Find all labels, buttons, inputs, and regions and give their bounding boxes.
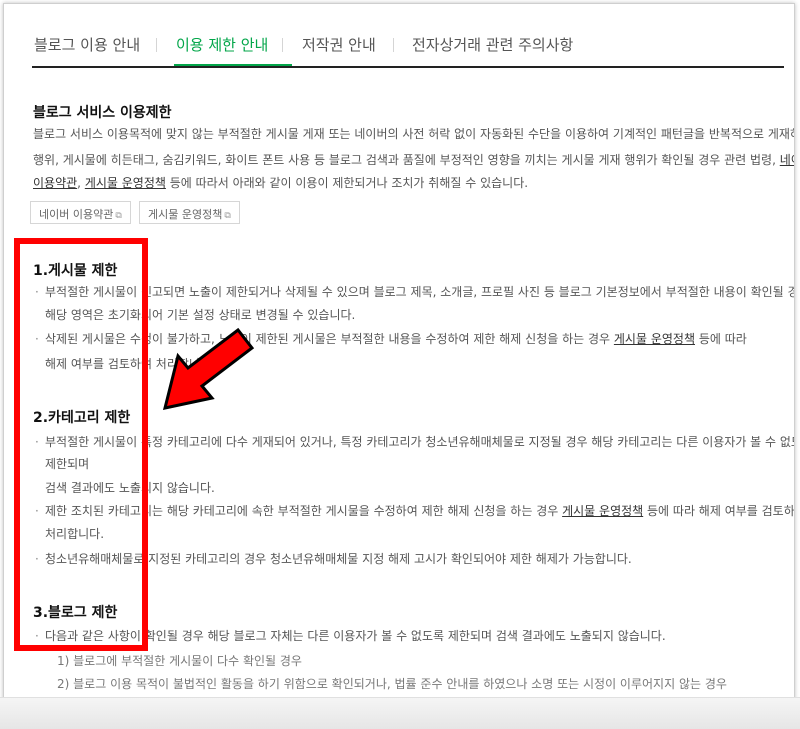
s2-text: 등에 따라 해제 여부를 검토하여 (643, 504, 795, 518)
tab-ecommerce-notice[interactable]: 전자상거래 관련 주의사항 (412, 34, 573, 55)
s3-sub-item-1: 1) 블로그에 부적절한 게시물이 다수 확인될 경우 (57, 654, 302, 668)
s3-sub-item-2: 2) 블로그 이용 목적이 불법적인 활동을 하기 위함으로 확인되거나, 법률… (57, 677, 727, 691)
naver-terms-button[interactable]: 네이버 이용약관 ⧉ (30, 201, 131, 224)
s1-text: 등에 따라 (695, 332, 747, 346)
intro-text: 행위, 게시물에 히든태그, 숨김키워드, 화이트 폰트 사용 등 블로그 검색… (33, 153, 776, 167)
external-link-icon: ⧉ (224, 211, 231, 221)
tab-bar: 블로그 이용 안내 이용 제한 안내 저작권 안내 전자상거래 관련 주의사항 (32, 24, 784, 68)
external-link-icon: ⧉ (115, 211, 122, 221)
page-title: 블로그 서비스 이용제한 (33, 105, 172, 121)
policy-link[interactable]: 게시물 운영정책 (562, 504, 643, 518)
tab-blog-usage[interactable]: 블로그 이용 안내 (34, 34, 140, 55)
tab-divider (156, 38, 157, 52)
tab-usage-restriction[interactable]: 이용 제한 안내 (176, 34, 268, 55)
post-policy-button[interactable]: 게시물 운영정책 ⧉ (139, 201, 240, 224)
page-bottom-shadow (0, 697, 800, 729)
intro-text: 등에 따라서 아래와 같이 이용이 제한되거나 조치가 취해질 수 있습니다. (165, 176, 529, 190)
button-label: 네이버 이용약관 (39, 208, 114, 221)
s2-bullet2-line1: 제한 조치된 카테고리는 해당 카테고리에 속한 부적절한 게시물을 수정하여 … (45, 502, 795, 519)
separator: , (77, 176, 85, 190)
tab-copyright[interactable]: 저작권 안내 (302, 34, 376, 55)
intro-text-line3: 이용약관, 게시물 운영정책 등에 따라서 아래와 같이 이용이 제한되거나 조… (33, 174, 528, 191)
terms-link[interactable]: 이용약관 (33, 176, 77, 190)
tab-divider (282, 38, 283, 52)
s2-bullet1-line1: 부적절한 게시물이 특정 카테고리에 다수 게재되어 있거나, 특정 카테고리가… (45, 435, 795, 449)
intro-text-line1: 블로그 서비스 이용목적에 맞지 않는 부적절한 게시물 게재 또는 네이버의 … (33, 127, 795, 141)
red-highlight-box (14, 238, 148, 651)
tab-divider (393, 38, 394, 52)
intro-text-line2: 행위, 게시물에 히든태그, 숨김키워드, 화이트 폰트 사용 등 블로그 검색… (33, 151, 794, 168)
naver-link[interactable]: 네이버 (780, 153, 794, 167)
active-tab-indicator (174, 64, 292, 66)
s1-bullet1-line1: 부적절한 게시물이 신고되면 노출이 제한되거나 삭제될 수 있으며 블로그 제… (45, 285, 795, 299)
policy-link[interactable]: 게시물 운영정책 (614, 332, 695, 346)
policy-link[interactable]: 게시물 운영정책 (85, 176, 166, 190)
button-label: 게시물 운영정책 (148, 208, 223, 221)
red-arrow-icon (162, 327, 255, 410)
